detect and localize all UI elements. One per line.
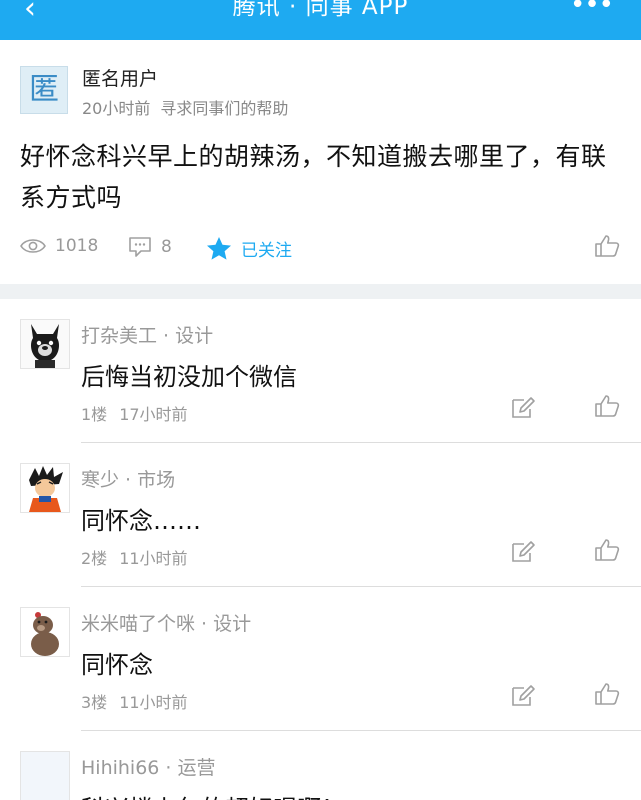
edit-icon bbox=[512, 541, 535, 562]
post-author: 匿名用户 bbox=[82, 68, 159, 90]
thumbs-up-icon bbox=[595, 539, 620, 561]
thumbs-up-icon bbox=[595, 683, 620, 705]
goku-avatar-icon[interactable] bbox=[20, 463, 70, 513]
blank-avatar-icon[interactable] bbox=[20, 751, 70, 800]
comment-author[interactable]: 米米喵了个咪 · 设计 bbox=[81, 609, 251, 636]
comment-floor: 3楼 bbox=[81, 693, 108, 712]
comment-like-button[interactable] bbox=[594, 394, 620, 422]
header-title: 腾讯 · 同事 APP bbox=[232, 0, 409, 20]
comments-stat[interactable]: 8 bbox=[128, 236, 172, 258]
bear-avatar-icon[interactable] bbox=[20, 607, 70, 657]
follow-label: 已关注 bbox=[241, 241, 292, 261]
comment-meta: 1楼 17小时前 bbox=[81, 401, 188, 425]
more-menu-button[interactable]: ••• bbox=[570, 0, 614, 18]
comment-floor: 1楼 bbox=[81, 405, 108, 424]
comment-author[interactable]: 打杂美工 · 设计 bbox=[81, 321, 213, 348]
views-stat: 1018 bbox=[20, 236, 98, 256]
comment-floor: 2楼 bbox=[81, 549, 108, 568]
comment-meta: 3楼 11小时前 bbox=[81, 689, 188, 713]
reply-button[interactable] bbox=[510, 396, 536, 424]
comment-meta: 2楼 11小时前 bbox=[81, 545, 188, 569]
bulldog-avatar-icon[interactable] bbox=[20, 319, 70, 369]
comment-item: 米米喵了个咪 · 设计 同怀念 3楼 11小时前 bbox=[0, 587, 641, 731]
comment-item: 打杂美工 · 设计 后悔当初没加个微信 1楼 17小时前 bbox=[0, 299, 641, 443]
post-category[interactable]: 寻求同事们的帮助 bbox=[160, 99, 288, 118]
comment-text: 科兴楼上包的超好喝啊！ bbox=[81, 789, 345, 800]
post-content: 好怀念科兴早上的胡辣汤，不知道搬去哪里了，有联系方式吗 bbox=[20, 142, 607, 212]
edit-icon bbox=[512, 397, 535, 418]
thumbs-up-icon bbox=[595, 395, 620, 417]
eye-icon bbox=[20, 239, 46, 253]
app-header: ‹ 腾讯 · 同事 APP ••• bbox=[0, 0, 641, 40]
thumbs-up-icon bbox=[595, 235, 620, 257]
comment-item: Hihihi66 · 运营 科兴楼上包的超好喝啊！ bbox=[0, 731, 641, 800]
comments-count: 8 bbox=[161, 237, 172, 257]
anonymous-avatar: 匿 bbox=[20, 66, 68, 114]
views-count: 1018 bbox=[55, 236, 99, 256]
main-post: 匿 匿名用户 20小时前 寻求同事们的帮助 好怀念科兴早上的胡辣汤，不知道搬去哪里… bbox=[0, 40, 641, 284]
comment-text: 后悔当初没加个微信 bbox=[81, 363, 297, 391]
edit-icon bbox=[512, 685, 535, 706]
section-divider bbox=[0, 284, 641, 299]
reply-button[interactable] bbox=[510, 540, 536, 568]
comment-author[interactable]: 寒少 · 市场 bbox=[81, 465, 175, 492]
comment-item: 寒少 · 市场 同怀念…… 2楼 11小时前 bbox=[0, 443, 641, 587]
follow-button[interactable]: 已关注 bbox=[206, 236, 292, 261]
comment-time: 17小时前 bbox=[119, 405, 188, 424]
comment-time: 11小时前 bbox=[119, 693, 188, 712]
star-icon bbox=[207, 237, 231, 260]
comment-text: 同怀念…… bbox=[81, 507, 201, 535]
comment-like-button[interactable] bbox=[594, 538, 620, 566]
reply-button[interactable] bbox=[510, 684, 536, 712]
post-like-button[interactable] bbox=[594, 234, 620, 263]
post-time: 20小时前 bbox=[82, 99, 151, 118]
comment-icon bbox=[129, 237, 151, 257]
comment-time: 11小时前 bbox=[119, 549, 188, 568]
comment-author[interactable]: Hihihi66 · 运营 bbox=[81, 753, 216, 780]
post-meta: 20小时前 寻求同事们的帮助 bbox=[82, 95, 288, 119]
comment-text: 同怀念 bbox=[81, 651, 153, 679]
post-stats-bar: 1018 8 已关注 bbox=[20, 234, 620, 264]
comment-like-button[interactable] bbox=[594, 682, 620, 710]
